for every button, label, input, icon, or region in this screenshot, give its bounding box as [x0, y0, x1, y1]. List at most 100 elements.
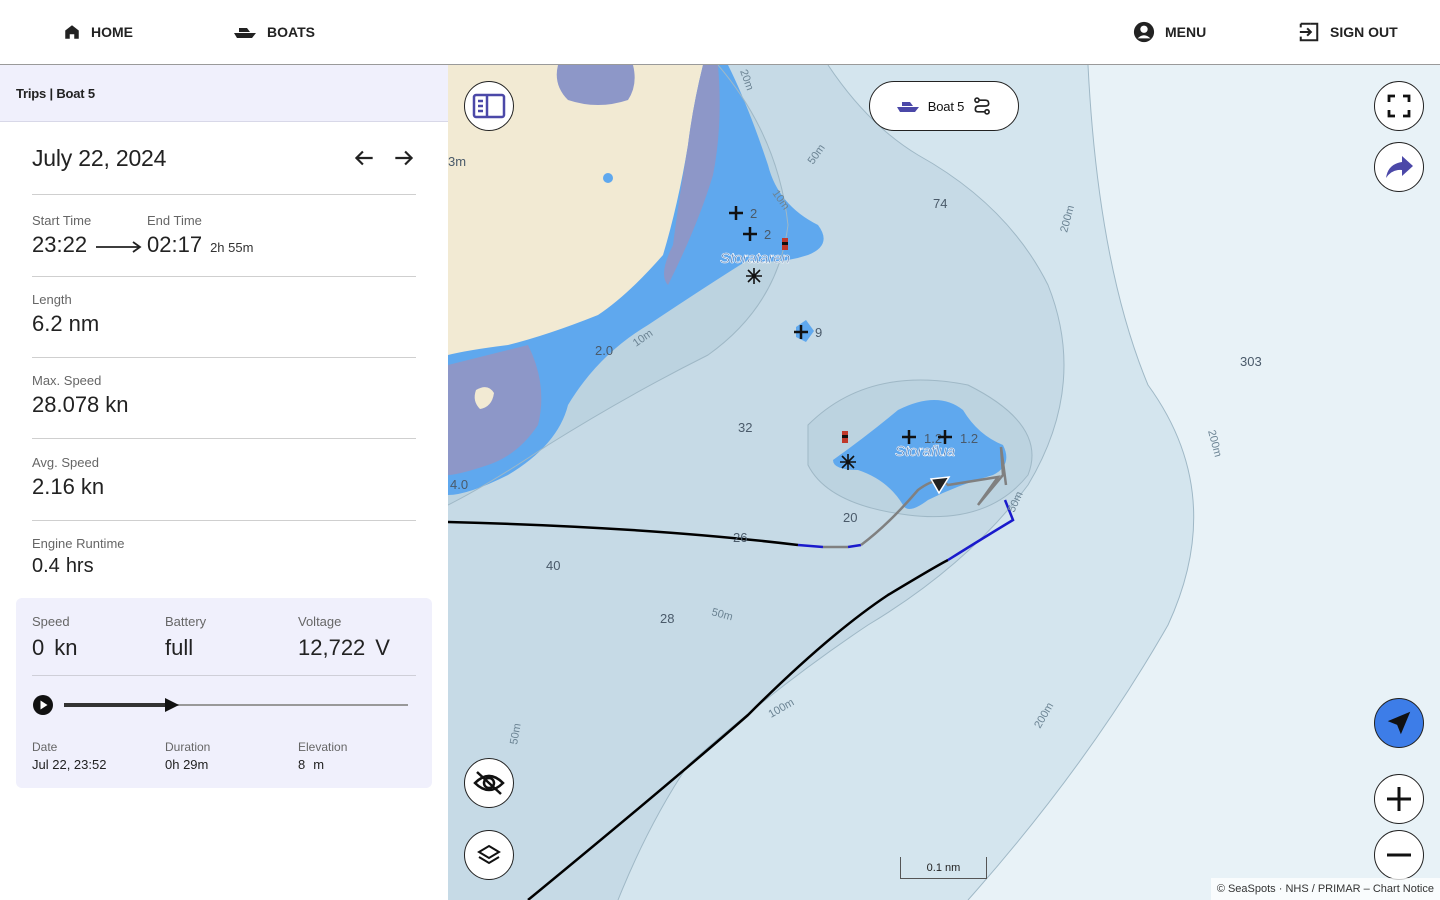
time-range: Start Time 23:22 End Time 02:17 2h 55m [32, 211, 416, 277]
sounding-2-a: 2 [750, 206, 757, 221]
zoom-out-button[interactable] [1374, 830, 1424, 880]
toggle-visibility-button[interactable] [464, 758, 514, 808]
avg-speed-value: 2.16 [32, 474, 75, 499]
avg-speed-stat: Avg. Speed 2.16 kn [32, 455, 416, 521]
locate-button[interactable] [1374, 698, 1424, 748]
minus-icon [1387, 853, 1411, 857]
fullscreen-icon [1387, 94, 1411, 118]
home-icon [63, 23, 81, 41]
trip-date: July 22, 2024 [32, 145, 167, 171]
eye-off-icon [473, 771, 505, 795]
sidebar-toggle-icon [472, 93, 506, 119]
boat-icon [896, 102, 919, 112]
lake-dot [603, 173, 613, 183]
playback-duration-value: 0h 29m [165, 757, 209, 772]
sounding-20: 20 [843, 510, 857, 525]
max-speed-label: Max. Speed [32, 373, 102, 388]
engine-runtime-stat: Engine Runtime 0.4 hrs [32, 536, 416, 586]
scale-label: 0.1 nm [926, 862, 961, 874]
nautical-chart-map[interactable]: Storataren Storaflua 74 303 32 20 26 40 … [448, 65, 1440, 900]
chart-canvas: Storataren Storaflua 74 303 32 20 26 40 … [448, 65, 1262, 900]
live-speed-value: 0 [32, 635, 45, 660]
toggle-sidebar-button[interactable] [464, 81, 514, 131]
breadcrumb: Trips | Boat 5 [0, 65, 448, 122]
boat-selector[interactable]: Boat 5 [869, 81, 1019, 131]
top-navigation-bar: HOME BOATS MENU SIGN OUT [0, 0, 1440, 65]
max-speed-stat: Max. Speed 28.078 kn [32, 373, 416, 439]
slider-fill [64, 703, 168, 707]
previous-trip-button[interactable] [351, 145, 377, 171]
layers-icon [477, 844, 501, 865]
elevation-unit: m [313, 757, 325, 772]
sounding-3m: 3m [448, 154, 466, 169]
sounding-1-2-b: 1.2 [960, 431, 978, 446]
live-speed-label: Speed [32, 614, 70, 629]
map-attribution[interactable]: © SeaSpots · NHS / PRIMAR – Chart Notice [1210, 878, 1440, 900]
contour-label-200m-b: 200m [1205, 429, 1224, 459]
nav-home[interactable]: HOME [63, 0, 133, 64]
nav-boats[interactable]: BOATS [233, 0, 315, 64]
end-time-label: End Time [147, 213, 202, 228]
play-icon [33, 695, 53, 715]
voltage-label: Voltage [298, 614, 342, 629]
marsh-area [556, 65, 635, 105]
fullscreen-button[interactable] [1374, 81, 1424, 131]
playback-date-label: Date [32, 740, 58, 754]
account-circle-icon [1133, 21, 1155, 43]
sign-out-icon [1298, 21, 1320, 43]
nav-menu[interactable]: MENU [1133, 0, 1206, 64]
sounding-2-b: 2 [764, 227, 771, 242]
length-stat: Length 6.2 nm [32, 292, 416, 358]
engine-runtime-unit: hrs [65, 555, 94, 577]
start-time-value: 23:22 [32, 232, 88, 257]
length-unit: nm [68, 311, 100, 336]
trip-sidebar: Trips | Boat 5 July 22, 2024 Start Time … [0, 65, 448, 900]
arrow-right-long-icon [96, 241, 142, 253]
elevation-label: Elevation [298, 740, 348, 754]
trip-date-row: July 22, 2024 [32, 143, 416, 195]
zoom-in-button[interactable] [1374, 774, 1424, 824]
playback-slider[interactable] [64, 698, 408, 712]
sounding-1-2-a: 1.2 [924, 431, 942, 446]
avg-speed-unit: kn [80, 474, 105, 499]
elevation-value: 8 [298, 757, 306, 772]
plus-icon [1387, 787, 1411, 811]
attribution-text: © SeaSpots · NHS / PRIMAR – Chart Notice [1216, 883, 1434, 895]
sounding-9: 9 [815, 325, 822, 340]
sounding-32: 32 [738, 420, 752, 435]
share-forward-icon [1386, 156, 1413, 178]
start-time-label: Start Time [32, 213, 92, 228]
place-label-storataren: Storataren [720, 250, 790, 267]
sounding-4-0: 4.0 [450, 477, 468, 492]
playback-divider [32, 675, 416, 676]
slider-thumb[interactable] [165, 698, 180, 712]
play-button[interactable] [32, 694, 54, 716]
length-label: Length [32, 292, 72, 307]
next-trip-button[interactable] [391, 145, 417, 171]
sounding-303: 303 [1240, 354, 1262, 369]
layers-button[interactable] [464, 830, 514, 880]
avg-speed-label: Avg. Speed [32, 455, 99, 470]
playback-date-value: Jul 22, 23:52 [32, 757, 107, 772]
nav-menu-label: MENU [1165, 24, 1207, 40]
navigation-arrow-icon [1387, 711, 1411, 735]
nav-sign-out[interactable]: SIGN OUT [1298, 0, 1398, 64]
sounding-28: 28 [660, 611, 674, 626]
battery-label: Battery [165, 614, 207, 629]
nav-boats-label: BOATS [267, 24, 315, 40]
boat-selector-label: Boat 5 [927, 98, 965, 114]
sounding-40: 40 [546, 558, 560, 573]
playback-duration-label: Duration [165, 740, 211, 754]
length-value: 6.2 [32, 311, 63, 336]
nav-home-label: HOME [91, 24, 133, 40]
max-speed-value: 28.078 [32, 392, 100, 417]
voltage-unit: V [375, 635, 390, 660]
breadcrumb-text: Trips | Boat 5 [16, 85, 95, 101]
playback-card: Speed 0 kn Battery full Voltage 12,722 V D… [16, 598, 432, 788]
battery-value: full [165, 635, 194, 660]
engine-runtime-label: Engine Runtime [32, 536, 125, 551]
sounding-74: 74 [933, 196, 947, 211]
nav-sign-out-label: SIGN OUT [1330, 24, 1398, 40]
engine-runtime-value: 0.4 [32, 555, 60, 577]
share-button[interactable] [1374, 142, 1424, 192]
